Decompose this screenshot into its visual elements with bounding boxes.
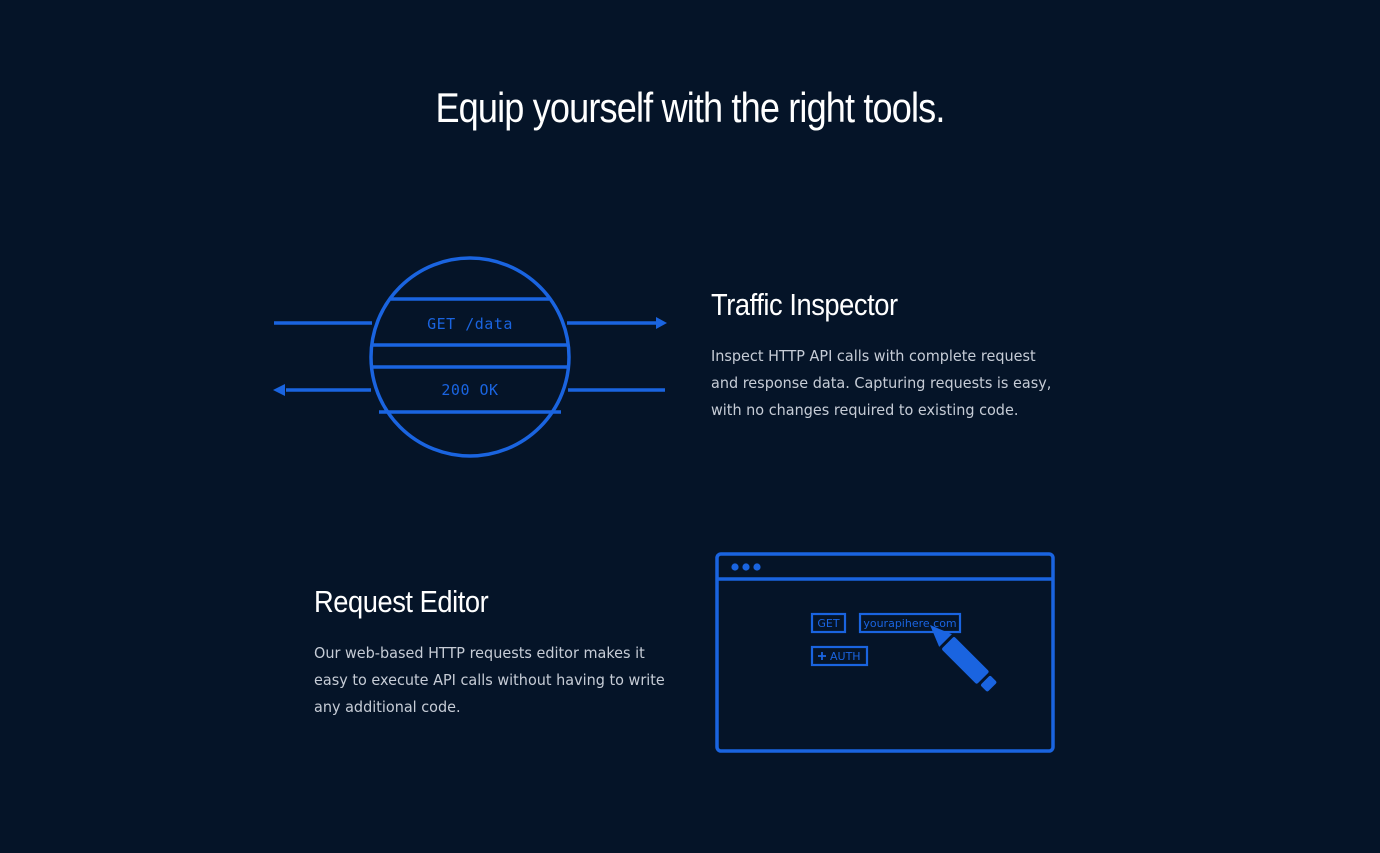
arrow-left-icon [273, 384, 285, 396]
window-dots-icon [731, 563, 761, 571]
plus-icon [818, 652, 826, 660]
page-headline: Equip yourself with the right tools. [435, 84, 945, 131]
browser-window-frame [715, 552, 1055, 753]
method-chip-label: GET [817, 617, 839, 630]
globe-circle [369, 256, 571, 458]
traffic-inspector-illustration: GET /data 200 OK [273, 256, 667, 458]
request-editor-title: Request Editor [314, 584, 489, 619]
request-editor-illustration: GET yourapihere.com AUTH [715, 552, 1055, 753]
traffic-inspector-title: Traffic Inspector [711, 287, 898, 322]
auth-chip-label: AUTH [830, 650, 861, 663]
request-editor-description: Our web-based HTTP requests editor makes… [314, 644, 665, 716]
request-label: GET /data [427, 315, 513, 333]
response-label: 200 OK [441, 381, 498, 399]
pen-icon [930, 625, 997, 692]
url-chip-label: yourapihere.com [863, 617, 956, 630]
arrow-right-icon [656, 317, 667, 329]
traffic-inspector-description: Inspect HTTP API calls with complete req… [711, 347, 1052, 419]
